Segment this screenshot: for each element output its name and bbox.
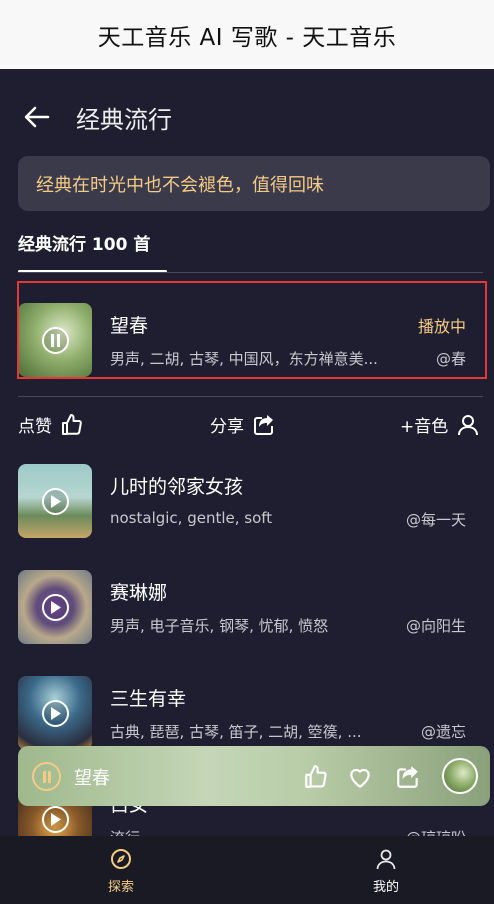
song-name: 儿时的邻家女孩 [110,476,244,498]
description-banner: 经典在时光中也不会褪色，值得回味 [18,156,490,211]
player-cover[interactable] [442,758,478,794]
share-button[interactable]: 分享 [210,412,276,437]
back-button[interactable] [20,100,54,134]
song-tags: 男声, 电子音乐, 钢琴, 忧郁, 愤怒 [110,617,329,635]
play-icon[interactable] [42,488,69,515]
nav-explore[interactable]: 探索 [81,848,161,895]
nav-explore-label: 探索 [107,880,134,895]
page-title: 经典流行 [76,105,172,134]
user-icon [458,414,479,435]
list-item[interactable]: 三生有幸 古典, 琵琶, 古琴, 笛子, 二胡, 箜篌, ... @遗忘 [0,676,494,750]
compass-icon [111,849,131,869]
song-actions: 点赞 分享 +音色 [0,406,494,446]
thumbs-up-icon [62,413,82,435]
share-icon [397,766,418,788]
thumbs-up-icon [305,765,327,788]
add-voice-button[interactable]: +音色 [400,412,480,437]
arrow-left-icon [24,106,50,128]
song-cover[interactable] [18,676,92,750]
song-tags: 古典, 琵琶, 古琴, 笛子, 二胡, 箜篌, ... [110,723,362,741]
play-icon[interactable] [42,806,69,833]
player-song-name: 望春 [74,768,110,789]
pause-icon[interactable] [32,762,61,791]
divider [18,396,483,397]
song-name: 赛琳娜 [110,582,168,604]
divider [18,272,483,273]
bottom-nav: 探索 我的 [0,836,494,904]
banner-text: 经典在时光中也不会褪色，值得回味 [36,174,324,196]
list-item[interactable]: 儿时的邻家女孩 nostalgic, gentle, soft @每一天 [0,464,494,538]
list-item[interactable]: 赛琳娜 男声, 电子音乐, 钢琴, 忧郁, 愤怒 @向阳生 [0,570,494,644]
nav-mine[interactable]: 我的 [346,848,426,895]
song-tags: nostalgic, gentle, soft [110,509,273,527]
user-icon [376,849,396,870]
play-icon[interactable] [42,594,69,621]
window-title: 天工音乐 AI 写歌 - 天工音乐 [97,24,397,51]
play-icon[interactable] [42,700,69,727]
heart-icon [350,768,370,788]
song-author[interactable]: @向阳生 [406,615,466,636]
window-titlebar: 天工音乐 AI 写歌 - 天工音乐 [0,0,494,69]
like-label: 点赞 [18,417,52,437]
song-author[interactable]: @每一天 [406,509,466,530]
tab-classic-pop[interactable]: 经典流行 100 首 [18,230,150,255]
selection-highlight [17,281,487,379]
share-label: 分享 [210,417,244,437]
voice-label: +音色 [400,417,449,437]
song-cover[interactable] [18,464,92,538]
like-button[interactable]: 点赞 [18,412,84,437]
player-like-button[interactable] [301,762,331,792]
tab-bar: 经典流行 100 首 [0,218,494,274]
mini-player[interactable]: 望春 [18,746,490,806]
song-author[interactable]: @遗忘 [421,721,466,742]
song-cover[interactable] [18,570,92,644]
player-favorite-button[interactable] [345,762,375,792]
page-header: 经典流行 [0,69,494,165]
share-icon [254,414,273,435]
song-name: 三生有幸 [110,688,187,710]
player-share-button[interactable] [393,762,423,792]
nav-mine-label: 我的 [372,880,399,895]
